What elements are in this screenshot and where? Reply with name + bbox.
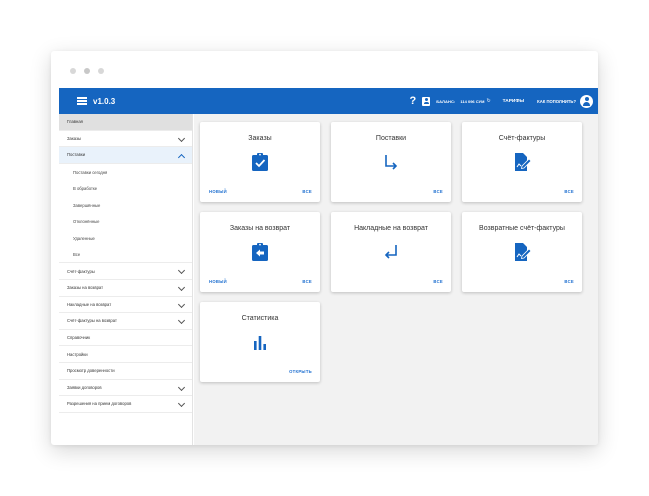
all-return-waybills-link[interactable]: ВСЕ [433, 279, 443, 284]
open-statistics-link[interactable]: ОТКРЫТЬ [289, 369, 312, 374]
card-title: Заказы на возврат [229, 225, 291, 232]
all-return-orders-link[interactable]: ВСЕ [302, 279, 312, 284]
sidebar-item-label: Разрешения на прием договоров [67, 401, 132, 407]
sidebar-item-label: Заявки договоров [67, 384, 102, 390]
sidebar-item-settings[interactable]: Настройки [59, 346, 192, 363]
sidebar-item-label: Поставки сегодня [73, 169, 108, 175]
sidebar-item-label: Счёт-фактуры [67, 268, 95, 274]
all-deliveries-link[interactable]: ВСЕ [433, 189, 443, 194]
sidebar-item-label: Главная [67, 119, 83, 125]
chevron-down-icon [177, 300, 186, 308]
sidebar-item-label: Заказы на возврат [67, 285, 104, 291]
chevron-down-icon [177, 400, 186, 408]
window-dot [98, 68, 104, 74]
app-window: v1.0.3 ? БАЛАНС: 114 096 СУМ ↻ ТАРИФЫ КА… [51, 51, 598, 445]
sidebar-item-return-invoices[interactable]: Счёт-фактуры на возврат [59, 313, 192, 330]
chevron-up-icon [177, 153, 186, 161]
chevron-down-icon [177, 134, 186, 142]
sidebar-subitem-today[interactable]: Поставки сегодня [59, 164, 192, 181]
sidebar-item-label: Все [73, 252, 81, 258]
sidebar-subitem-all[interactable]: Все [59, 247, 192, 264]
sidebar-item-orders[interactable]: Заказы [59, 131, 192, 148]
card-title: Поставки [375, 135, 407, 142]
sidebar-item-label: Заказы [67, 135, 81, 141]
card-title: Счёт-фактуры [498, 135, 546, 142]
sidebar-item-label: Счёт-фактуры на возврат [67, 318, 117, 324]
card-statistics[interactable]: Статистика ОТКРЫТЬ [200, 302, 320, 382]
bar-chart-icon [254, 336, 266, 350]
clipboard-return-icon [252, 243, 268, 261]
sidebar-item-contract-requests[interactable]: Заявки договоров [59, 380, 192, 397]
card-deliveries[interactable]: Поставки ВСЕ [331, 122, 451, 202]
sidebar-item-label: Отклонённые [73, 219, 100, 225]
document-edit-icon [515, 153, 532, 171]
balance-value: 114 096 СУМ [460, 98, 485, 104]
chevron-down-icon [177, 317, 186, 325]
sidebar-item-label: Настройки [67, 351, 88, 357]
card-orders[interactable]: Заказы НОВЫЙ ВСЕ [200, 122, 320, 202]
card-return-orders[interactable]: Заказы на возврат НОВЫЙ ВСЕ [200, 212, 320, 292]
balance-label: БАЛАНС: [436, 98, 456, 104]
card-title: Возвратные счёт-фактуры [479, 225, 565, 232]
hamburger-menu-icon[interactable] [77, 97, 87, 105]
window-chrome [51, 51, 598, 88]
sidebar-item-reference[interactable]: Справочник [59, 330, 192, 347]
sidebar-item-label: Завершённые [73, 202, 101, 208]
card-title: Заказы [248, 135, 272, 142]
arrow-down-right-icon [385, 155, 398, 170]
sidebar-item-label: Просмотр доверенности [67, 368, 115, 374]
window-dot [70, 68, 76, 74]
sidebar-subitem-processing[interactable]: В обработке [59, 180, 192, 197]
window-dot [84, 68, 90, 74]
refresh-icon[interactable]: ↻ [486, 98, 490, 104]
sidebar-item-power-of-attorney[interactable]: Просмотр доверенности [59, 363, 192, 380]
chevron-down-icon [177, 383, 186, 391]
sidebar-item-label: Накладные на возврат [67, 301, 112, 307]
dashboard: Заказы НОВЫЙ ВСЕ Поставки ВСЕ Счёт-факту… [194, 114, 598, 445]
new-return-order-link[interactable]: НОВЫЙ [209, 279, 227, 284]
user-avatar-icon[interactable] [580, 94, 593, 108]
topup-link[interactable]: КАК ПОПОЛНИТЬ? [537, 99, 576, 104]
document-edit-icon [515, 243, 532, 261]
chevron-down-icon [177, 267, 186, 275]
new-order-link[interactable]: НОВЫЙ [209, 189, 227, 194]
card-return-invoices[interactable]: Возвратные счёт-фактуры ВСЕ [462, 212, 582, 292]
return-arrow-icon [384, 245, 397, 259]
sidebar-item-label: В обработке [73, 186, 98, 192]
sidebar-item-home[interactable]: Главная [59, 114, 192, 131]
sidebar-item-return-waybills[interactable]: Накладные на возврат [59, 297, 192, 314]
sidebar-item-label: Удаленные [73, 235, 95, 241]
sidebar-item-deliveries[interactable]: Поставки [59, 147, 192, 164]
tariffs-link[interactable]: ТАРИФЫ [503, 99, 525, 104]
clipboard-check-icon [252, 153, 268, 171]
app-version: v1.0.3 [93, 96, 116, 106]
sidebar-item-label: Справочник [67, 335, 91, 341]
card-title: Накладные на возврат [354, 225, 428, 232]
sidebar-item-return-orders[interactable]: Заказы на возврат [59, 280, 192, 297]
help-icon[interactable]: ? [410, 95, 417, 107]
card-return-waybills[interactable]: Накладные на возврат ВСЕ [331, 212, 451, 292]
sidebar: Главная Заказы Поставки Поставки сегодня… [59, 114, 193, 445]
sidebar-subitem-rejected[interactable]: Отклонённые [59, 214, 192, 231]
sidebar-item-label: Поставки [67, 152, 86, 158]
card-invoices[interactable]: Счёт-фактуры ВСЕ [462, 122, 582, 202]
sidebar-subitem-completed[interactable]: Завершённые [59, 197, 192, 214]
all-invoices-link[interactable]: ВСЕ [564, 189, 574, 194]
sidebar-item-contract-permissions[interactable]: Разрешения на прием договоров [59, 396, 192, 413]
chevron-down-icon [177, 283, 186, 291]
card-title: Статистика [241, 315, 279, 322]
all-return-invoices-link[interactable]: ВСЕ [564, 279, 574, 284]
account-card-icon[interactable] [422, 96, 431, 106]
all-orders-link[interactable]: ВСЕ [302, 189, 312, 194]
sidebar-subitem-deleted[interactable]: Удаленные [59, 230, 192, 247]
app-header: v1.0.3 ? БАЛАНС: 114 096 СУМ ↻ ТАРИФЫ КА… [59, 88, 598, 114]
sidebar-item-invoices[interactable]: Счёт-фактуры [59, 263, 192, 280]
